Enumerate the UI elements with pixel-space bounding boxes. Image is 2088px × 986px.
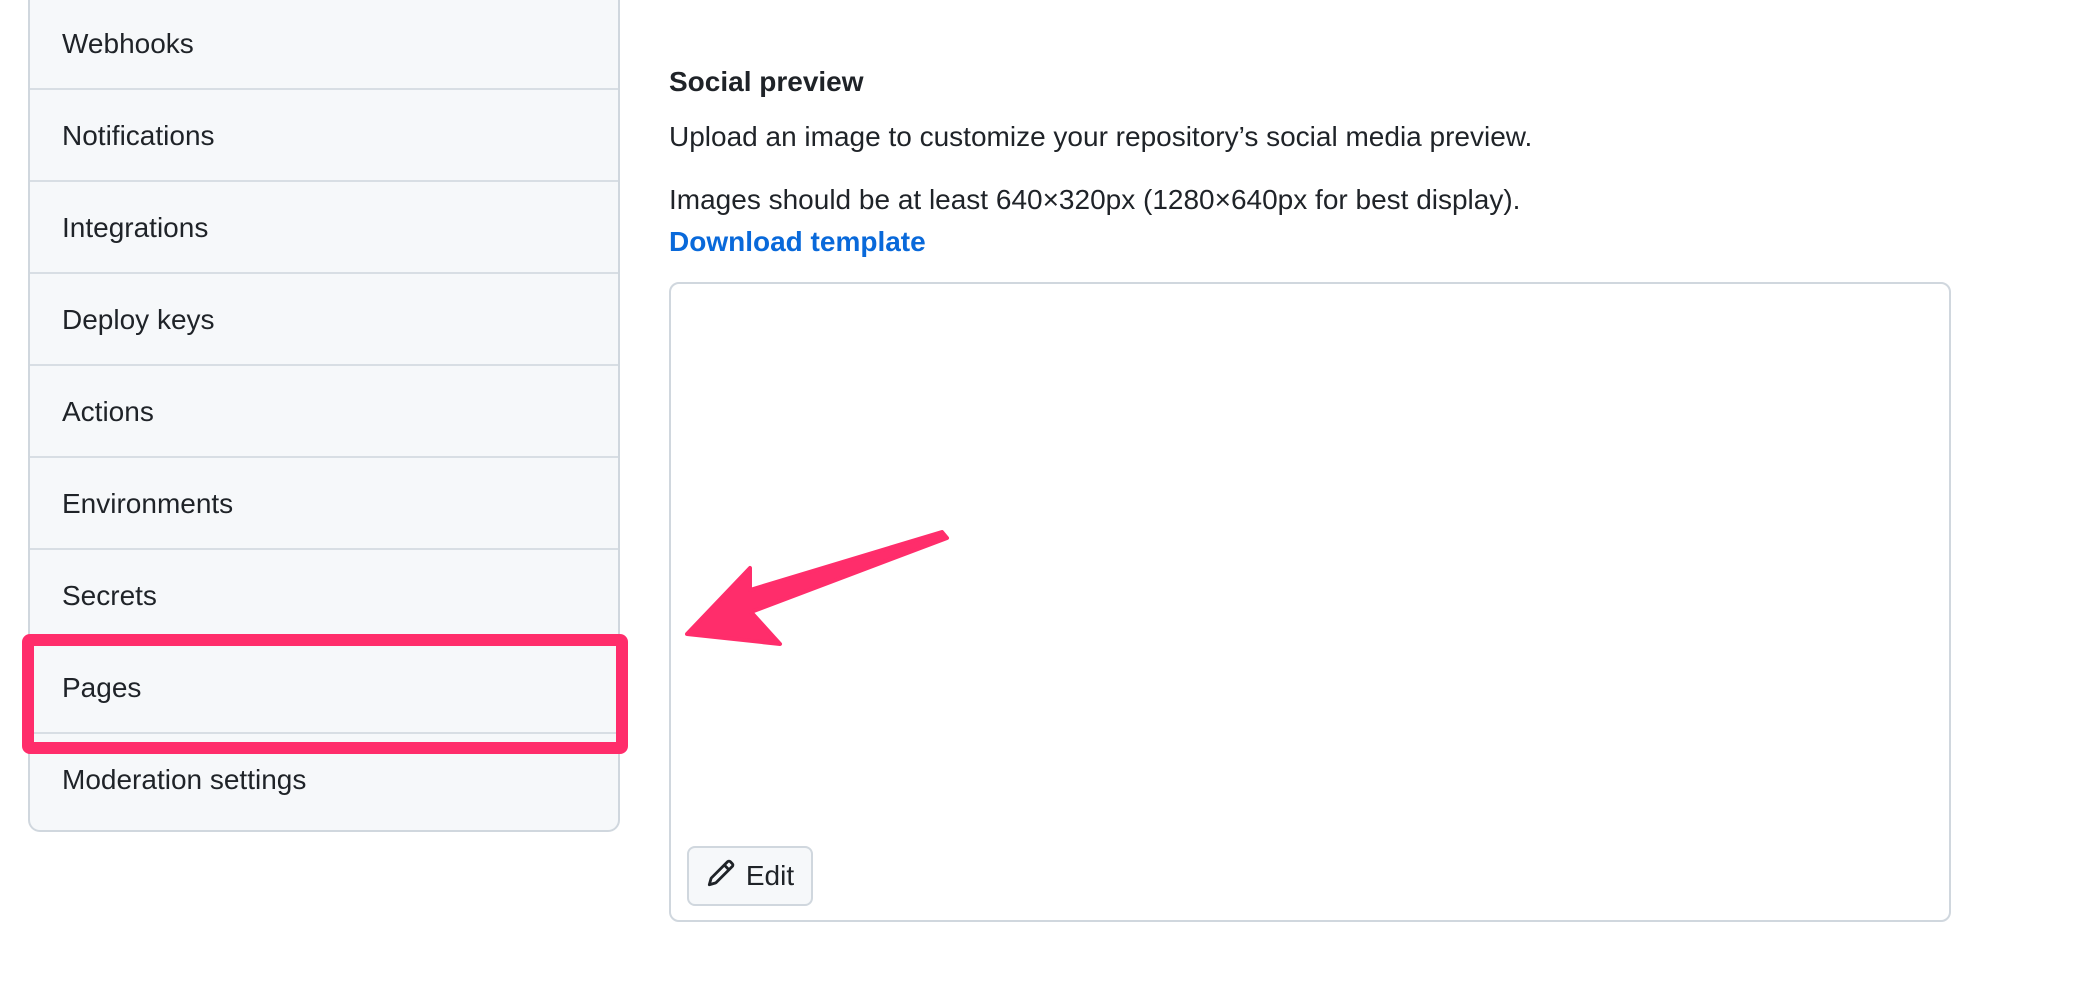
pencil-icon xyxy=(706,858,736,895)
sidebar-item-integrations[interactable]: Integrations xyxy=(30,182,618,274)
sidebar-item-notifications[interactable]: Notifications xyxy=(30,90,618,182)
edit-button-label: Edit xyxy=(745,860,795,891)
social-preview-description: Upload an image to customize your reposi… xyxy=(669,121,1533,152)
social-preview-image-box: Edit xyxy=(669,282,1951,922)
sidebar-item-actions[interactable]: Actions xyxy=(30,366,618,458)
download-template-link[interactable]: Download template xyxy=(669,226,926,258)
edit-button[interactable]: Edit xyxy=(687,846,813,906)
sidebar-item-moderation-settings[interactable]: Moderation settings xyxy=(30,734,618,826)
social-preview-title: Social preview xyxy=(669,66,864,97)
settings-sidebar: Webhooks Notifications Integrations Depl… xyxy=(28,0,620,832)
sidebar-item-environments[interactable]: Environments xyxy=(30,458,618,550)
image-size-hint: Images should be at least 640×320px (128… xyxy=(669,184,1521,215)
sidebar-item-webhooks[interactable]: Webhooks xyxy=(30,0,618,90)
sidebar-item-secrets[interactable]: Secrets xyxy=(30,550,618,642)
sidebar-item-deploy-keys[interactable]: Deploy keys xyxy=(30,274,618,366)
sidebar-item-pages[interactable]: Pages xyxy=(30,642,618,734)
